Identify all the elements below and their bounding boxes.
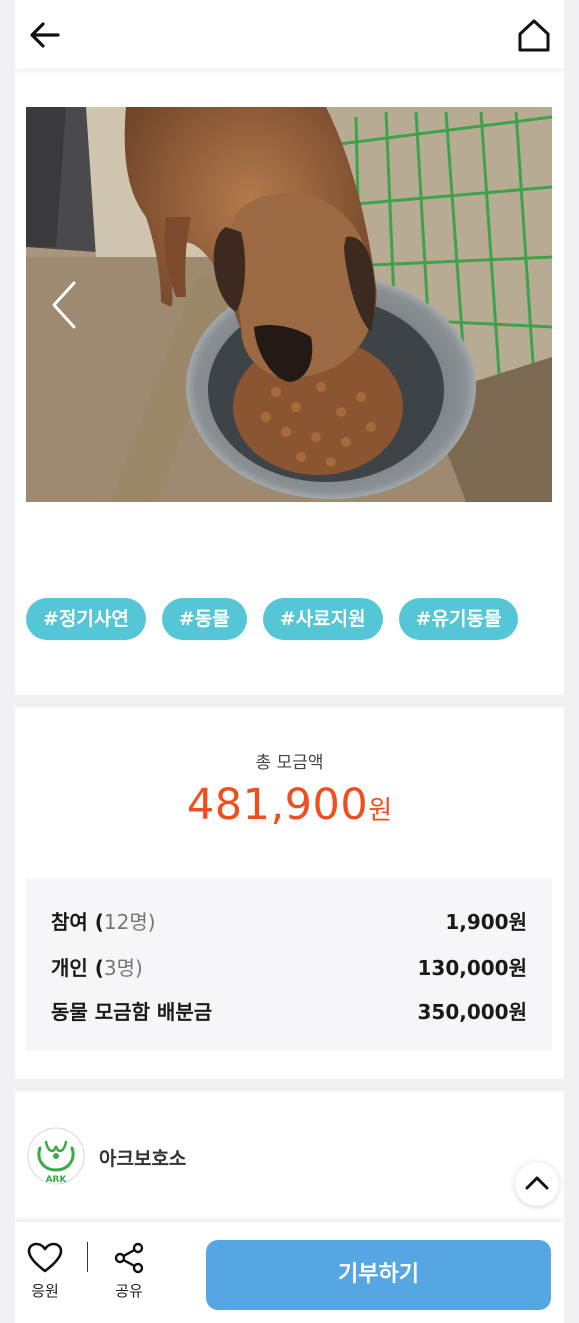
total-raised-label: 총 모금액 [255, 753, 324, 773]
hero-image-carousel[interactable] [26, 107, 552, 502]
share-icon [114, 1242, 144, 1274]
bottom-action-bar: 응원 공유 기부하기 [15, 1222, 564, 1323]
tag-chip[interactable]: #사료지원 [262, 598, 383, 640]
share-label: 공유 [115, 1282, 143, 1300]
breakdown-row-individual: 개인 (3명) 130,000원 [51, 952, 527, 982]
dog-eating-photo [26, 107, 552, 502]
breakdown-row-allocation: 동물 모금함 배분금 350,000원 [51, 996, 527, 1026]
breakdown-label: 개인 ( [51, 956, 104, 980]
chevron-up-icon [525, 1176, 549, 1190]
arrow-left-icon [30, 22, 60, 48]
ark-logo-icon: ARK [27, 1127, 85, 1185]
home-button[interactable] [514, 16, 554, 56]
tag-chip[interactable]: #동물 [161, 598, 247, 640]
donate-button[interactable]: 기부하기 [206, 1240, 551, 1310]
breakdown-label: 참여 ( [51, 910, 104, 934]
cheer-label: 응원 [31, 1282, 59, 1300]
total-amount-number: 481,900 [186, 780, 369, 830]
section-divider [15, 695, 564, 707]
organization-name[interactable]: 아크보호소 [99, 1144, 186, 1171]
tag-list: #정기사연 #동물 #사료지원 #유기동물 [26, 598, 519, 640]
heart-icon [27, 1242, 63, 1273]
breakdown-label: 동물 모금함 배분금 [51, 1000, 213, 1024]
breakdown-count: 12명 [103, 910, 148, 934]
top-header [15, 14, 564, 69]
tag-chip[interactable]: #유기동물 [398, 598, 519, 640]
breakdown-count: 3명 [103, 956, 136, 980]
total-amount-unit: 원 [368, 796, 393, 826]
svg-text:ARK: ARK [46, 1175, 68, 1185]
cheer-button[interactable]: 응원 [20, 1242, 70, 1301]
breakdown-row-participation: 참여 (12명) 1,900원 [51, 906, 527, 936]
app-screen: #정기사연 #동물 #사료지원 #유기동물 총 모금액 481,900원 참여 … [15, 0, 564, 1323]
breakdown-close: ) [147, 910, 156, 934]
chevron-left-icon [52, 281, 76, 329]
button-separator [87, 1242, 88, 1272]
tag-chip[interactable]: #정기사연 [26, 598, 146, 640]
breakdown-value: 130,000원 [417, 956, 528, 980]
scroll-to-top-button[interactable] [515, 1162, 559, 1206]
home-icon [518, 19, 550, 52]
share-button[interactable]: 공유 [104, 1242, 154, 1301]
breakdown-close: ) [135, 956, 143, 980]
organization-logo[interactable]: ARK [26, 1126, 86, 1186]
breakdown-value: 1,900원 [445, 910, 527, 934]
carousel-prev-button[interactable] [44, 279, 84, 331]
section-divider [15, 1079, 564, 1091]
total-raised-amount: 481,900원 [15, 780, 564, 830]
breakdown-value: 350,000원 [417, 1000, 528, 1024]
donation-breakdown: 참여 (12명) 1,900원 개인 (3명) 130,000원 동물 모금함 … [26, 878, 552, 1051]
back-button[interactable] [25, 16, 65, 56]
